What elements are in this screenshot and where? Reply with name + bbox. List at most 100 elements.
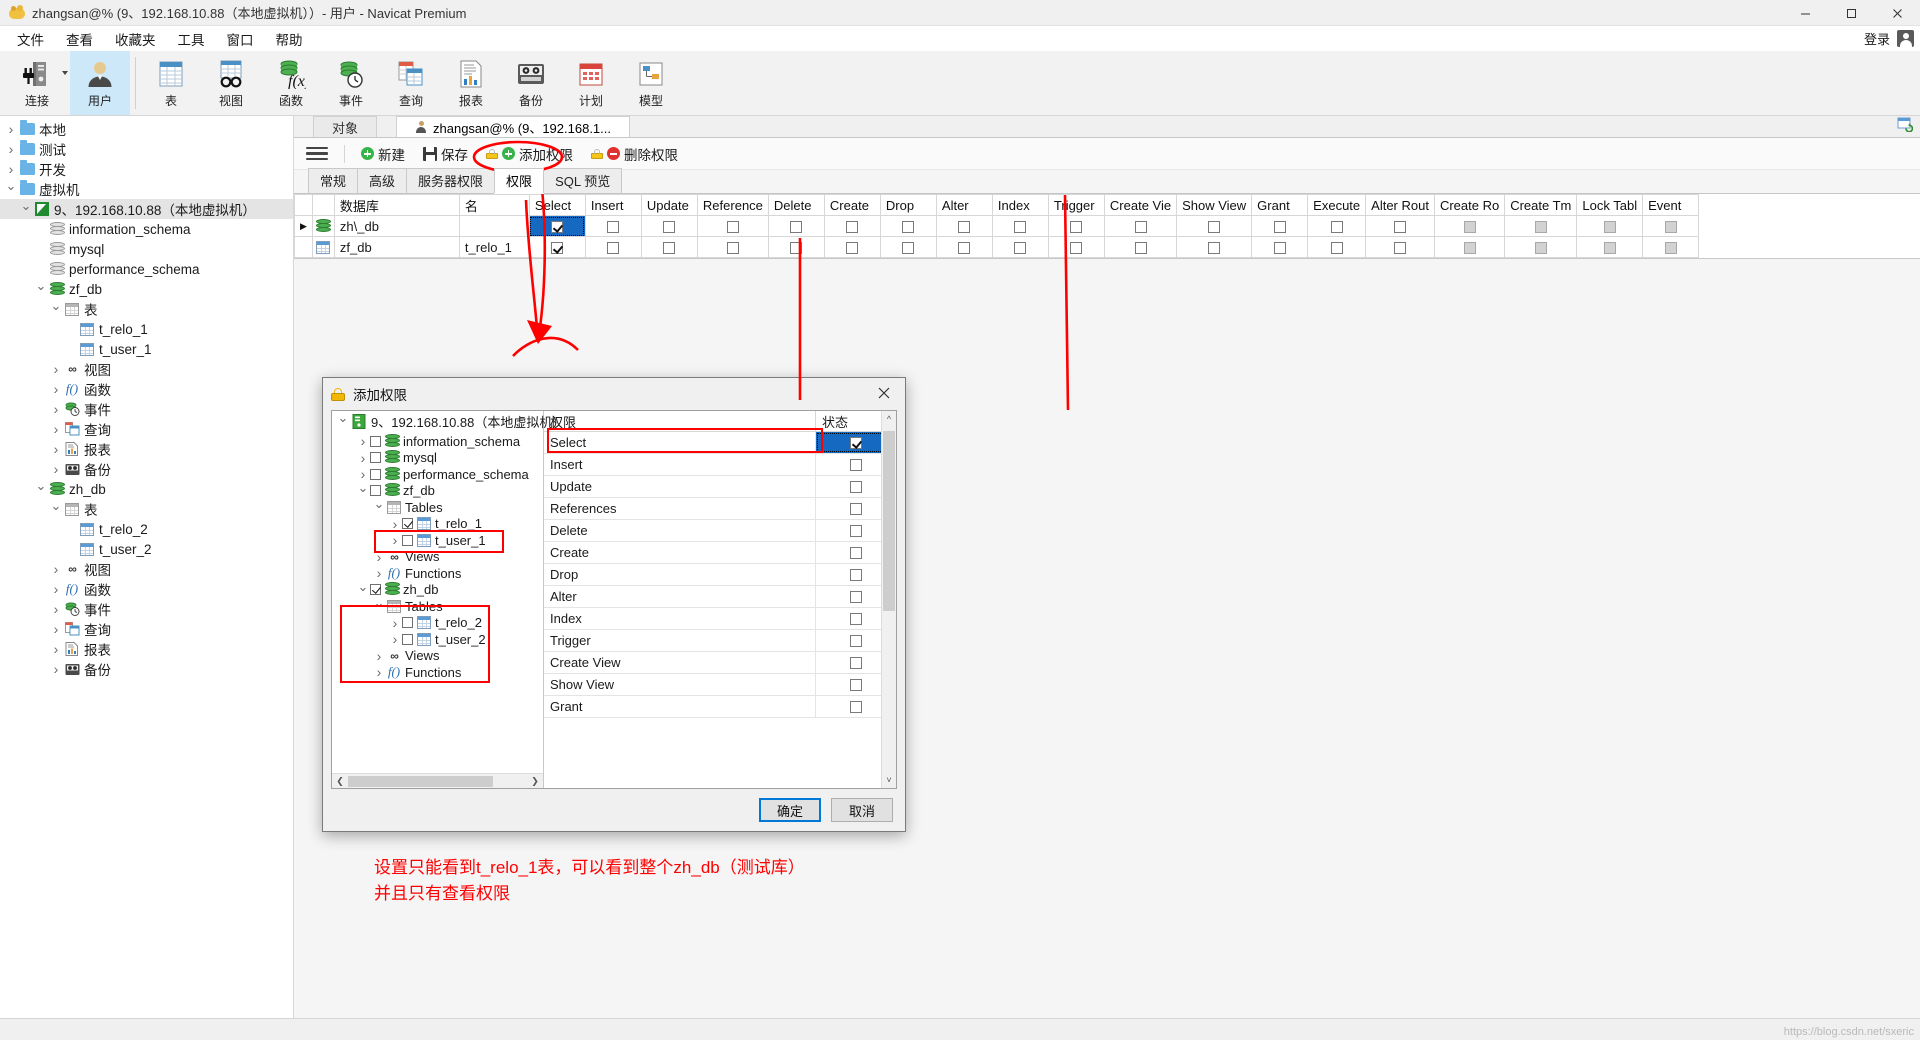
- chevron-right-icon[interactable]: [4, 121, 18, 137]
- cell-checkbox-create-tm[interactable]: [1505, 216, 1577, 237]
- privilege-grid[interactable]: 数据库名SelectInsertUpdateReferenceDeleteCre…: [294, 194, 1920, 259]
- sidebar-item[interactable]: 9、192.168.10.88（本地虚拟机）: [0, 199, 293, 219]
- checkbox[interactable]: [850, 657, 862, 669]
- sub-tab-2[interactable]: 服务器权限: [406, 168, 495, 193]
- dialog-privilege-row[interactable]: Trigger: [544, 630, 896, 652]
- cell-checkbox-select[interactable]: [529, 216, 585, 237]
- cell-checkbox-drop[interactable]: [880, 237, 936, 258]
- checkbox[interactable]: [1331, 242, 1343, 254]
- cell-checkbox-trigger[interactable]: [1048, 237, 1104, 258]
- tab-object[interactable]: 对象: [313, 116, 377, 137]
- chevron-down-icon[interactable]: [336, 413, 350, 429]
- dialog-tree-checkbox[interactable]: [370, 469, 381, 480]
- menu-hamburger-icon[interactable]: [306, 147, 328, 161]
- checkbox[interactable]: [1331, 221, 1343, 233]
- cell-checkbox-index[interactable]: [992, 237, 1048, 258]
- checkbox[interactable]: [551, 242, 563, 254]
- cell-checkbox-update[interactable]: [641, 216, 697, 237]
- sidebar-item[interactable]: t_user_2: [0, 539, 293, 559]
- checkbox[interactable]: [958, 221, 970, 233]
- chevron-down-icon[interactable]: [4, 181, 18, 197]
- cell-checkbox-create-vie[interactable]: [1104, 216, 1176, 237]
- sidebar-item[interactable]: mysql: [0, 239, 293, 259]
- scroll-right-icon[interactable]: ❯: [527, 773, 543, 789]
- sidebar-item[interactable]: f()函数: [0, 579, 293, 599]
- dialog-tree-checkbox[interactable]: [402, 634, 413, 645]
- checkbox[interactable]: [1070, 221, 1082, 233]
- dialog-tree-item[interactable]: Tables: [332, 499, 543, 516]
- dialog-close-button[interactable]: [867, 380, 901, 406]
- chevron-right-icon[interactable]: [49, 441, 63, 457]
- column-header-execute[interactable]: Execute: [1308, 195, 1366, 216]
- chevron-right-icon[interactable]: [49, 401, 63, 417]
- chevron-right-icon[interactable]: [49, 661, 63, 677]
- dialog-tree-checkbox[interactable]: [402, 617, 413, 628]
- dialog-tree-item[interactable]: t_user_1: [332, 532, 543, 549]
- checkbox[interactable]: [846, 242, 858, 254]
- chevron-down-icon[interactable]: [19, 201, 33, 217]
- ribbon-item-connection[interactable]: 连接: [4, 51, 70, 115]
- checkbox[interactable]: [1535, 221, 1547, 233]
- checkbox[interactable]: [850, 679, 862, 691]
- checkbox[interactable]: [790, 242, 802, 254]
- checkbox[interactable]: [1464, 221, 1476, 233]
- checkbox[interactable]: [551, 221, 563, 233]
- column-header-名[interactable]: 名: [459, 195, 529, 216]
- ribbon-item-view[interactable]: 视图: [201, 51, 261, 115]
- dialog-privilege-row[interactable]: Show View: [544, 674, 896, 696]
- dialog-tree-item[interactable]: Tables: [332, 598, 543, 615]
- chevron-down-icon[interactable]: [49, 501, 63, 517]
- ribbon-item-user[interactable]: 用户: [70, 51, 130, 115]
- sidebar-item[interactable]: t_relo_2: [0, 519, 293, 539]
- chevron-down-icon[interactable]: [49, 301, 63, 317]
- dialog-tree-item[interactable]: t_relo_2: [332, 615, 543, 632]
- dialog-privilege-row[interactable]: Select: [544, 432, 896, 454]
- chevron-right-icon[interactable]: [4, 161, 18, 177]
- dialog-vscrollbar[interactable]: ^ ˅: [881, 411, 896, 788]
- chevron-right-icon[interactable]: [388, 516, 402, 532]
- column-header-insert[interactable]: Insert: [585, 195, 641, 216]
- add-privilege-button[interactable]: 添加权限: [478, 141, 581, 167]
- checkbox[interactable]: [607, 242, 619, 254]
- add-privilege-dialog[interactable]: 添加权限 9、192.168.10.88（本地虚拟机） information_…: [322, 377, 906, 832]
- checkbox[interactable]: [1665, 221, 1677, 233]
- sidebar-item[interactable]: 报表: [0, 639, 293, 659]
- ribbon-item-schedule[interactable]: 计划: [561, 51, 621, 115]
- cell-checkbox-execute[interactable]: [1308, 216, 1366, 237]
- column-header-show-view[interactable]: Show View: [1177, 195, 1252, 216]
- cell-checkbox-create-tm[interactable]: [1505, 237, 1577, 258]
- menu-window[interactable]: 窗口: [216, 26, 265, 52]
- checkbox[interactable]: [727, 242, 739, 254]
- column-header-alter[interactable]: Alter: [936, 195, 992, 216]
- cell-checkbox-alter-rout[interactable]: [1366, 237, 1435, 258]
- dialog-privilege-row[interactable]: Index: [544, 608, 896, 630]
- dialog-privilege-row[interactable]: Alter: [544, 586, 896, 608]
- cell-database[interactable]: zf_db: [334, 237, 459, 258]
- sidebar-item[interactable]: ∞视图: [0, 559, 293, 579]
- sidebar-item[interactable]: 表: [0, 299, 293, 319]
- column-header-alter-rout[interactable]: Alter Rout: [1366, 195, 1435, 216]
- cell-checkbox-alter-rout[interactable]: [1366, 216, 1435, 237]
- column-header-grant[interactable]: Grant: [1252, 195, 1308, 216]
- cell-checkbox-alter[interactable]: [936, 216, 992, 237]
- new-button[interactable]: 新建: [353, 141, 413, 167]
- cell-database[interactable]: zh\_db: [334, 216, 459, 237]
- chevron-down-icon[interactable]: [372, 598, 386, 614]
- sidebar-item[interactable]: information_schema: [0, 219, 293, 239]
- checkbox[interactable]: [607, 221, 619, 233]
- vscroll-thumb[interactable]: [883, 431, 895, 611]
- checkbox[interactable]: [1070, 242, 1082, 254]
- checkbox[interactable]: [1208, 221, 1220, 233]
- dialog-tree-item[interactable]: zh_db: [332, 582, 543, 599]
- chevron-right-icon[interactable]: [388, 532, 402, 548]
- checkbox[interactable]: [850, 547, 862, 559]
- sidebar-item[interactable]: f()函数: [0, 379, 293, 399]
- checkbox[interactable]: [727, 221, 739, 233]
- dialog-tree-checkbox[interactable]: [370, 485, 381, 496]
- login-area[interactable]: 登录: [1864, 26, 1914, 51]
- cell-checkbox-reference[interactable]: [697, 216, 768, 237]
- ribbon-item-backup[interactable]: 备份: [501, 51, 561, 115]
- column-header-event[interactable]: Event: [1643, 195, 1699, 216]
- cancel-button[interactable]: 取消: [831, 798, 893, 822]
- cell-checkbox-index[interactable]: [992, 216, 1048, 237]
